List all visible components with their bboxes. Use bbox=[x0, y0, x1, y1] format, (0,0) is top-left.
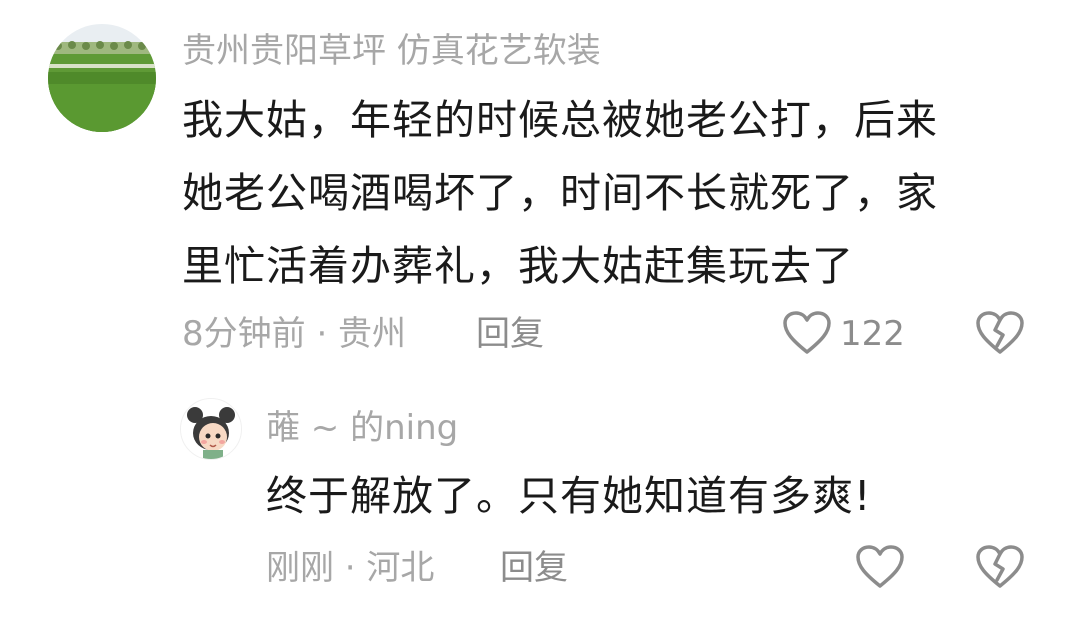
lawn-avatar-icon bbox=[48, 24, 156, 132]
comment-body: 终于解放了。只有她知道有多爽! bbox=[266, 460, 871, 533]
heart-icon[interactable] bbox=[855, 544, 905, 590]
comment-line: 她老公喝酒喝坏了，时间不长就死了，家 bbox=[182, 169, 938, 217]
comment-line: 终于解放了。只有她知道有多爽! bbox=[266, 472, 872, 520]
cartoon-girl-avatar-icon bbox=[181, 399, 241, 459]
username[interactable]: 蓶 ~ 的ning bbox=[266, 408, 458, 448]
comment-line: 我大姑，年轻的时候总被她老公打，后来 bbox=[182, 96, 938, 144]
reply-button[interactable]: 回复 bbox=[476, 314, 544, 354]
heart-icon[interactable] bbox=[782, 310, 832, 356]
broken-heart-icon[interactable] bbox=[975, 544, 1025, 590]
broken-heart-icon[interactable] bbox=[975, 310, 1025, 356]
comment-body: 我大姑，年轻的时候总被她老公打，后来 她老公喝酒喝坏了，时间不长就死了，家 里忙… bbox=[182, 84, 938, 303]
user-avatar[interactable] bbox=[48, 24, 156, 132]
like-count: 122 bbox=[840, 314, 905, 354]
username[interactable]: 贵州贵阳草坪 仿真花艺软装 bbox=[182, 31, 601, 71]
timestamp-location: 8分钟前 · 贵州 bbox=[182, 314, 407, 354]
user-avatar[interactable] bbox=[180, 398, 242, 460]
comment-line: 里忙活着办葬礼，我大姑赶集玩去了 bbox=[182, 242, 854, 290]
comment-thread: 贵州贵阳草坪 仿真花艺软装 我大姑，年轻的时候总被她老公打，后来 她老公喝酒喝坏… bbox=[0, 0, 1080, 619]
timestamp-location: 刚刚 · 河北 bbox=[266, 548, 435, 588]
reply-button[interactable]: 回复 bbox=[500, 548, 568, 588]
